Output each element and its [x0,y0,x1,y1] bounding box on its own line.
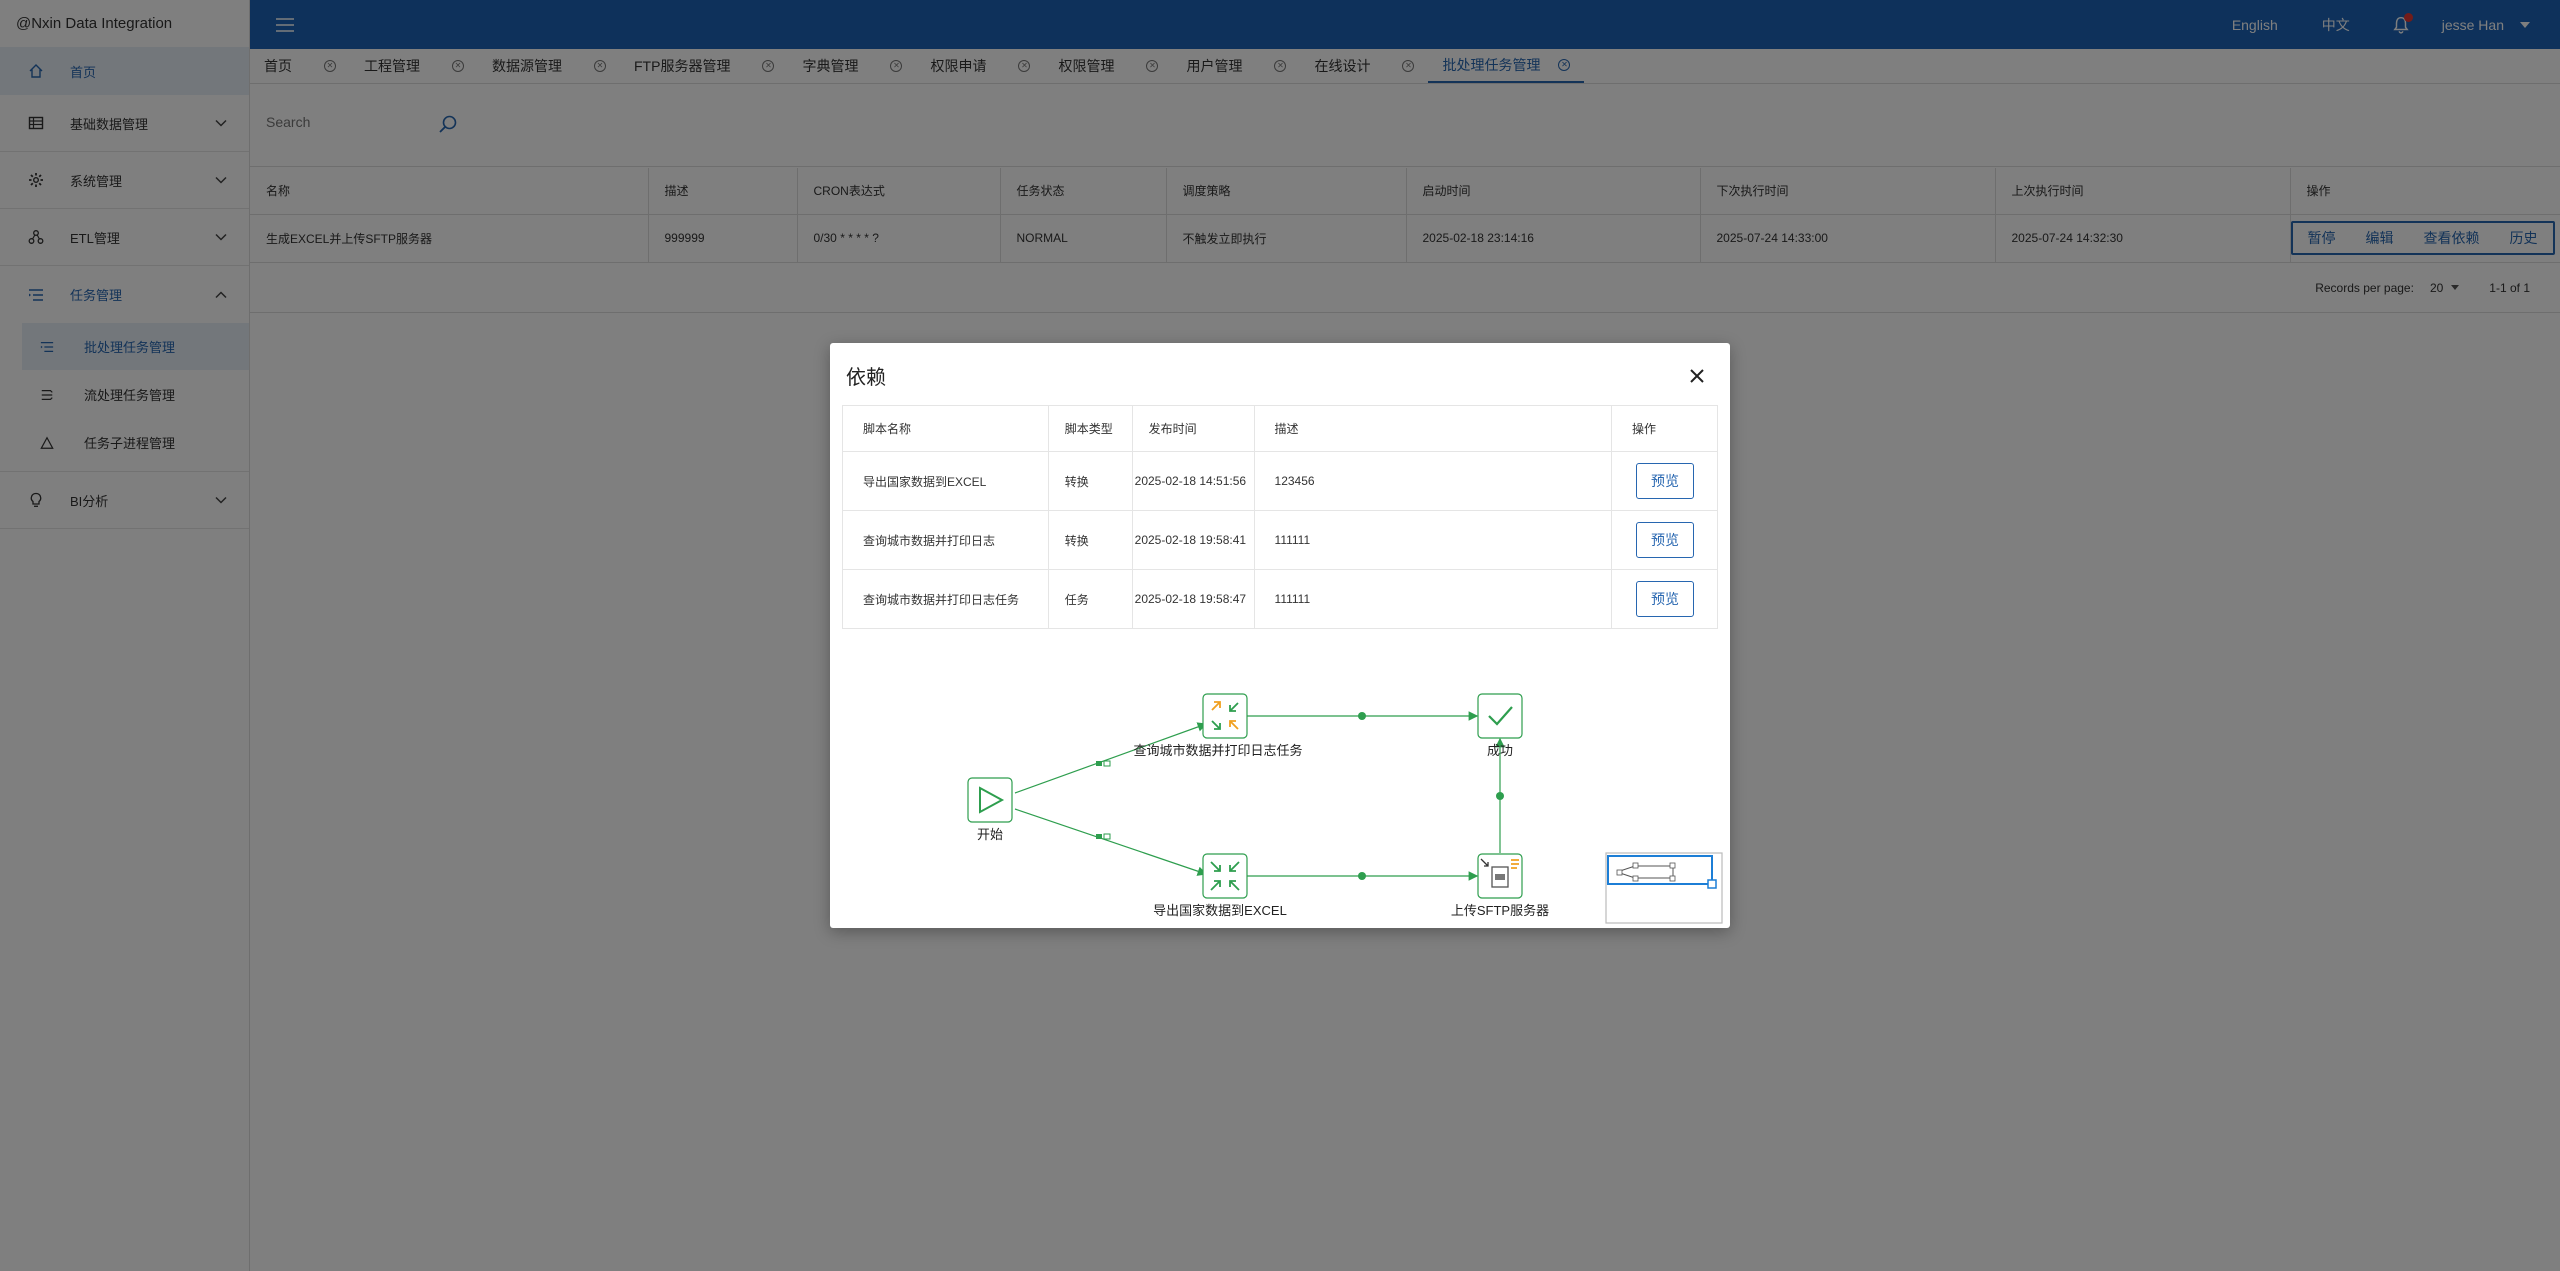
table-row: 查询城市数据并打印日志任务 任务 2025-02-18 19:58:47 111… [842,569,1718,629]
table-row: 导出国家数据到EXCEL 转换 2025-02-18 14:51:56 1234… [842,451,1718,511]
cell-script-type: 任务 [1047,569,1133,629]
edge-midpoint [1358,712,1366,720]
preview-button[interactable]: 预览 [1636,522,1695,558]
column-header: 操作 [1611,405,1718,452]
column-header: 发布时间 [1131,405,1255,452]
node-label: 开始 [977,827,1003,842]
preview-button[interactable]: 预览 [1636,463,1695,499]
cell-script-name: 查询城市数据并打印日志 [842,510,1049,570]
flow-node-top-task[interactable]: 查询城市数据并打印日志任务 [1133,693,1303,758]
cell-desc: 123456 [1253,451,1613,511]
column-header: 脚本类型 [1047,405,1133,452]
column-header: 描述 [1253,405,1613,452]
flow-minimap[interactable] [1605,852,1723,924]
flow-node-sftp[interactable]: 上传SFTP服务器 [1451,853,1549,918]
dependency-dialog: 依赖 脚本名称 脚本类型 发布时间 描述 操作 导出国家数据到EXCEL 转换 … [830,343,1730,928]
cell-action: 预览 [1611,451,1718,511]
node-label: 上传SFTP服务器 [1451,903,1549,918]
dialog-title: 依赖 [846,367,886,389]
edge-midpoint [1358,872,1366,880]
table-row: 查询城市数据并打印日志 转换 2025-02-18 19:58:41 11111… [842,510,1718,570]
node-label: 查询城市数据并打印日志任务 [1133,743,1302,758]
flow-node-start[interactable]: 开始 [967,777,1013,842]
flow-node-bottom-task[interactable]: 导出国家数据到EXCEL [1153,853,1287,918]
close-icon[interactable] [1686,365,1708,387]
edge-start-top[interactable] [1014,722,1208,794]
lock-icon [1096,833,1111,840]
table-header-row: 脚本名称 脚本类型 发布时间 描述 操作 [842,405,1718,452]
cell-action: 预览 [1611,569,1718,629]
edge-midpoint [1496,792,1504,800]
cell-desc: 111111 [1253,569,1613,629]
minimap-resize-handle[interactable] [1707,879,1717,889]
cell-publish-time: 2025-02-18 19:58:47 [1131,569,1255,629]
flow-node-success[interactable]: 成功 [1477,693,1523,758]
cell-action: 预览 [1611,510,1718,570]
flow-diagram: 开始 查询城市数据并打印日志任务 导出国家数据到EXCEL 成功 上传SFTP服… [967,693,1723,924]
dependency-table: 脚本名称 脚本类型 发布时间 描述 操作 导出国家数据到EXCEL 转换 202… [842,405,1718,629]
edge-start-bottom[interactable] [1014,808,1208,876]
cell-script-name: 导出国家数据到EXCEL [842,451,1049,511]
node-label: 成功 [1487,743,1513,758]
cell-script-name: 查询城市数据并打印日志任务 [842,569,1049,629]
cell-script-type: 转换 [1047,510,1133,570]
cell-publish-time: 2025-02-18 14:51:56 [1131,451,1255,511]
node-label: 导出国家数据到EXCEL [1153,903,1287,918]
cell-publish-time: 2025-02-18 19:58:41 [1131,510,1255,570]
preview-button[interactable]: 预览 [1636,581,1695,617]
cell-desc: 111111 [1253,510,1613,570]
flow-edges [1014,711,1505,881]
column-header: 脚本名称 [842,405,1049,452]
cell-script-type: 转换 [1047,451,1133,511]
